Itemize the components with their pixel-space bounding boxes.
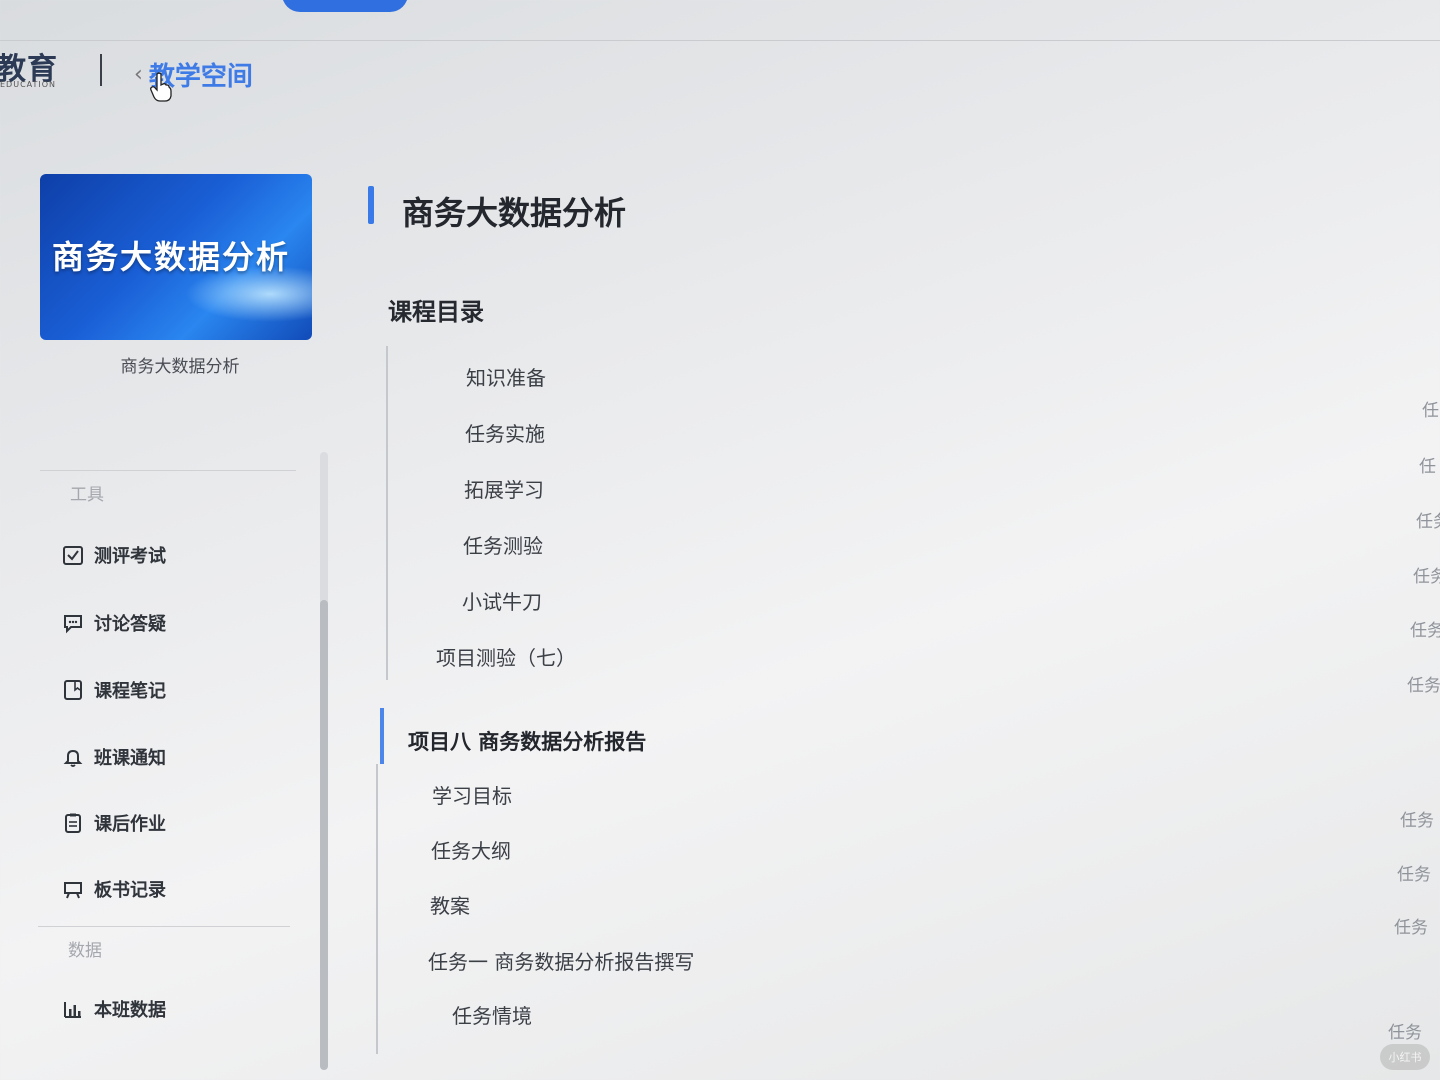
sidebar-item-homework[interactable]: 课后作业 [62, 810, 166, 836]
board-icon [62, 878, 84, 900]
sidebar-item-notice[interactable]: 班课通知 [62, 744, 166, 770]
sidebar-divider [38, 926, 290, 927]
catalog-tree-line [376, 764, 378, 1054]
right-panel-item[interactable]: 任务 [1416, 507, 1440, 532]
sidebar-item-exam[interactable]: 测评考试 [62, 542, 166, 568]
sidebar-scrollbar-thumb[interactable] [320, 600, 328, 1070]
course-name: 商务大数据分析 [120, 357, 240, 377]
catalog-chapter[interactable]: 项目八 商务数据分析报告 [408, 726, 646, 756]
catalog-item[interactable]: 教案 [430, 890, 470, 919]
right-panel-item[interactable]: 任务 [1413, 562, 1440, 587]
watermark: 小红书 [1380, 1044, 1430, 1070]
catalog-item[interactable]: 小试牛刀 [462, 586, 542, 615]
sidebar-item-label: 讨论答疑 [94, 614, 166, 635]
catalog-item-task[interactable]: 任务一 商务数据分析报告撰写 [428, 946, 694, 975]
right-panel-item[interactable]: 任务 [1400, 806, 1434, 831]
catalog-item-project-quiz[interactable]: 项目测验（七） [436, 642, 576, 671]
catalog-sub-item[interactable]: 任务情境 [452, 1000, 532, 1029]
sidebar-item-notes[interactable]: 课程笔记 [62, 677, 166, 703]
active-chapter-indicator [380, 708, 384, 764]
sidebar-item-label: 本班数据 [94, 1000, 166, 1021]
right-panel-item[interactable]: 任务 [1388, 1018, 1422, 1043]
sidebar-item-discussion[interactable]: 讨论答疑 [62, 610, 166, 636]
top-bar-divider [0, 40, 1440, 41]
bell-icon [62, 746, 84, 768]
chevron-left-icon: ‹ [134, 62, 143, 87]
exam-check-icon [62, 544, 84, 566]
sidebar-item-label: 测评考试 [94, 546, 166, 567]
sidebar-item-label: 课程笔记 [94, 681, 166, 702]
catalog-item[interactable]: 知识准备 [466, 362, 546, 391]
catalog-item[interactable]: 任务测验 [463, 530, 543, 559]
catalog-item[interactable]: 学习目标 [432, 780, 512, 809]
right-panel-item[interactable]: 任务 [1394, 913, 1428, 938]
sidebar-item-label: 班课通知 [94, 748, 166, 769]
page-title: 商务大数据分析 [402, 194, 627, 232]
cover-title: 商务大数据分析 [52, 238, 291, 276]
note-icon [62, 679, 84, 701]
top-bar: 教育 EDUCATION ‹ 教学空间 [0, 0, 1440, 130]
right-panel-item[interactable]: 任 [1419, 452, 1436, 477]
course-cover-image[interactable]: 商务大数据分析 [40, 174, 312, 340]
bar-chart-icon [62, 998, 84, 1020]
catalog-item[interactable]: 任务大纲 [431, 835, 511, 864]
sidebar-item-class-data[interactable]: 本班数据 [62, 996, 166, 1022]
hand-cursor-icon [150, 72, 172, 102]
right-panel-item[interactable]: 任务 [1397, 860, 1431, 885]
chat-icon [62, 612, 84, 634]
sidebar-item-board[interactable]: 板书记录 [62, 876, 166, 902]
sidebar-item-label: 课后作业 [94, 814, 166, 835]
catalog-item[interactable]: 任务实施 [465, 418, 545, 447]
catalog-title: 课程目录 [388, 298, 484, 326]
logo-subtext: EDUCATION [0, 80, 57, 89]
sidebar-item-label: 板书记录 [94, 880, 166, 901]
title-accent-bar [368, 186, 374, 224]
header-separator [100, 54, 102, 86]
right-panel-item[interactable]: 任务 [1410, 616, 1440, 641]
tools-section-label: 工具 [70, 485, 104, 505]
clipboard-icon [62, 812, 84, 834]
right-panel-item[interactable]: 任务 [1407, 671, 1440, 696]
sidebar-divider [40, 470, 296, 471]
catalog-item[interactable]: 拓展学习 [464, 474, 544, 503]
right-panel-item[interactable]: 任 [1422, 396, 1439, 421]
catalog-tree-line [386, 346, 388, 680]
data-section-label: 数据 [68, 941, 102, 961]
